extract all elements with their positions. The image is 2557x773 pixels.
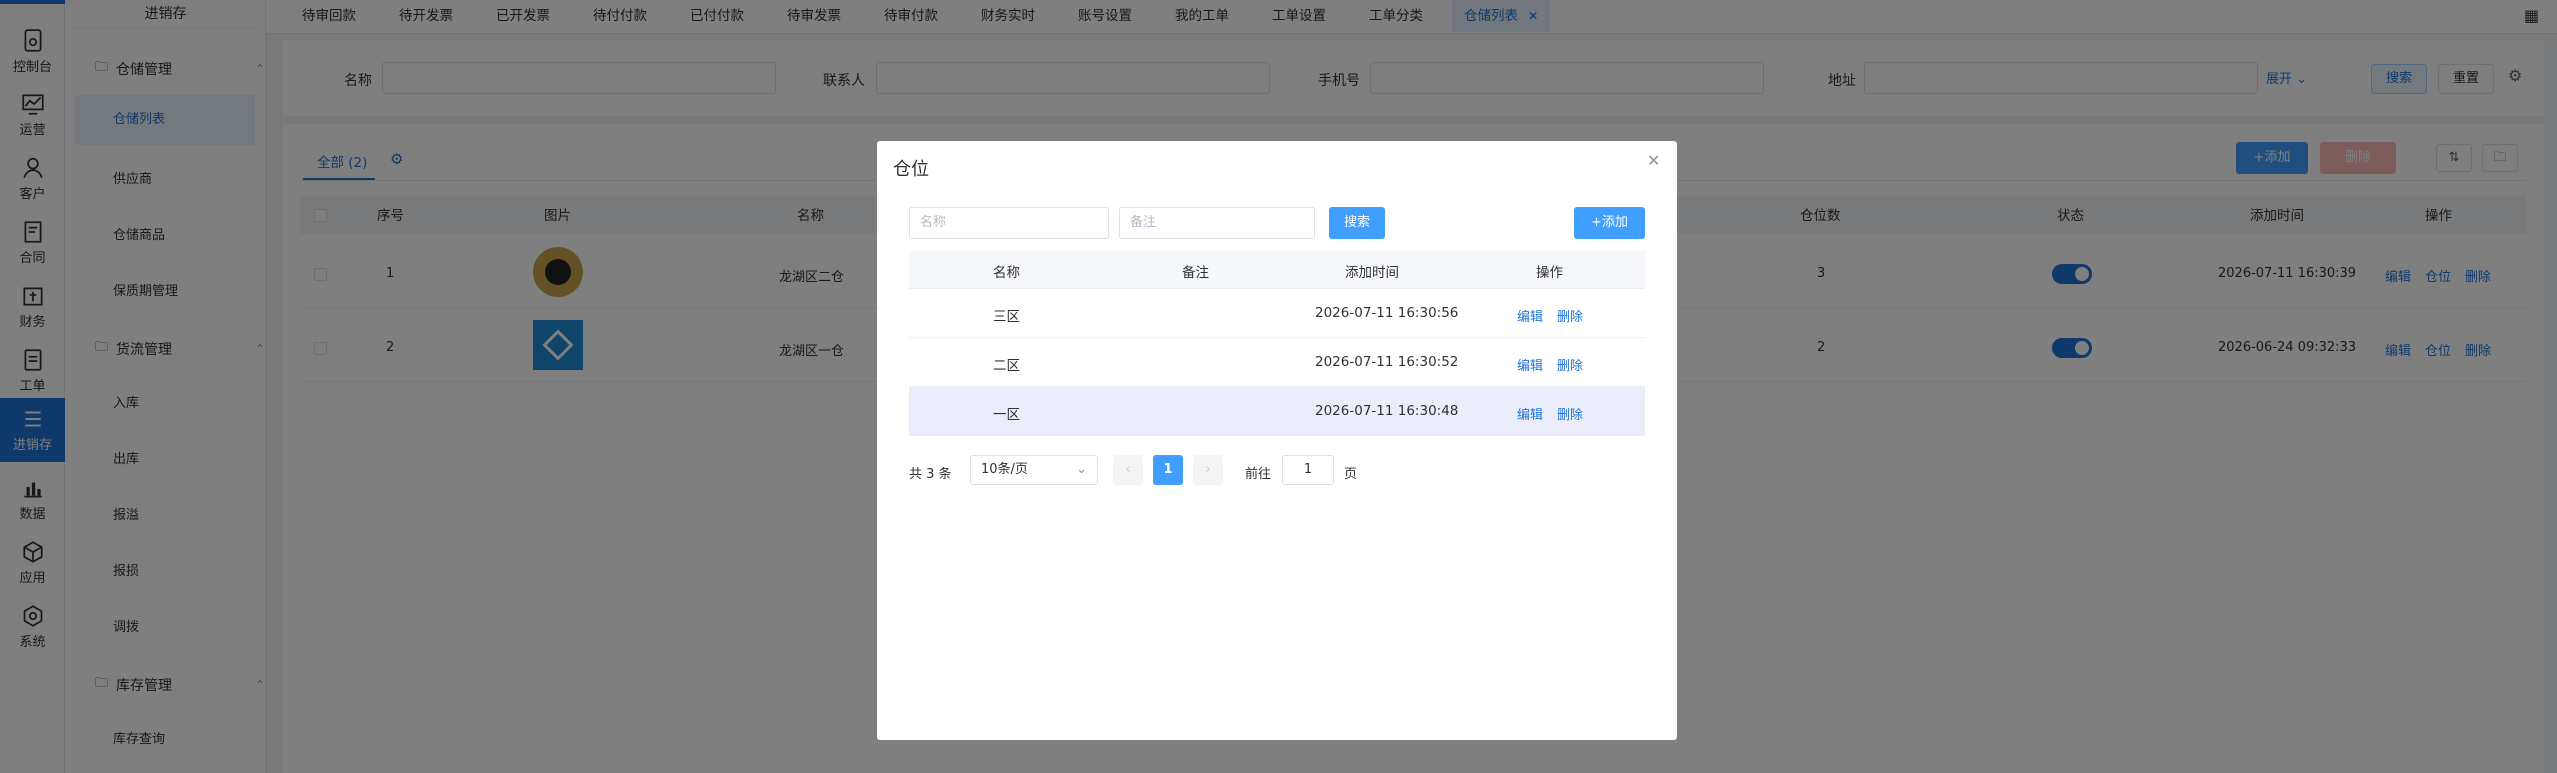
dialog-title: 仓位 [893,159,929,180]
page-size-value: 10条/页 [981,462,1028,477]
slot-name: 一区 [993,407,1020,423]
chevron-down-icon: ⌄ [1076,462,1087,477]
delete-link[interactable]: 删除 [1557,404,1583,423]
delete-link[interactable]: 删除 [1557,355,1583,374]
slot-name-input[interactable]: 名称 [909,207,1109,239]
table-row: 三区 2026-07-11 16:30:56 编辑 删除 [909,289,1645,338]
edit-link[interactable]: 编辑 [1517,355,1543,374]
page-unit-label: 页 [1344,467,1358,482]
slot-name: 二区 [993,358,1020,374]
slot-added: 2026-07-11 16:30:48 [1315,403,1459,419]
goto-label: 前往 [1245,467,1272,482]
dcol-remark: 备注 [1182,265,1209,281]
slot-added: 2026-07-11 16:30:56 [1315,305,1459,321]
dcol-name: 名称 [993,265,1020,281]
close-icon[interactable]: ✕ [1647,151,1660,170]
dcol-actions: 操作 [1536,265,1563,281]
table-row: 一区 2026-07-11 16:30:48 编辑 删除 [909,387,1645,436]
table-row: 二区 2026-07-11 16:30:52 编辑 删除 [909,338,1645,387]
dialog-add-button[interactable]: +添加 [1574,207,1645,239]
next-page-button[interactable]: › [1193,455,1223,485]
goto-page-input[interactable]: 1 [1282,455,1334,485]
slot-name: 三区 [993,309,1020,325]
slot-remark-input[interactable]: 备注 [1119,207,1315,239]
prev-page-button[interactable]: ‹ [1113,455,1143,485]
edit-link[interactable]: 编辑 [1517,404,1543,423]
page-size-select[interactable]: 10条/页 ⌄ [970,455,1098,485]
page-1-button[interactable]: 1 [1153,455,1183,485]
dialog-search-button[interactable]: 搜索 [1329,207,1385,239]
pagination-total: 共 3 条 [909,467,952,482]
delete-link[interactable]: 删除 [1557,306,1583,325]
slot-dialog: 仓位 ✕ 名称 备注 搜索 +添加 名称 备注 添加时间 操作 三区 2026-… [877,141,1677,740]
slot-added: 2026-07-11 16:30:52 [1315,354,1459,370]
dcol-added: 添加时间 [1345,265,1399,281]
edit-link[interactable]: 编辑 [1517,306,1543,325]
